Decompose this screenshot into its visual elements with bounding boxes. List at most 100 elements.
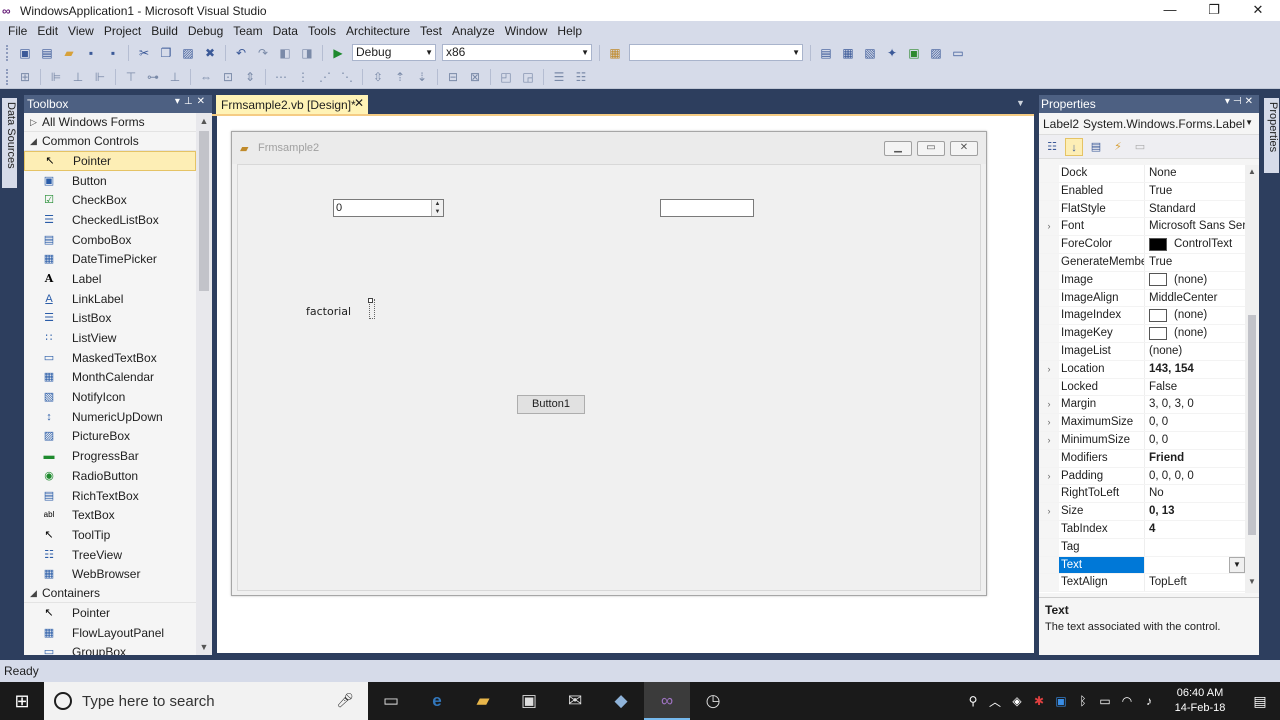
mail-icon[interactable]: ✉ [552, 682, 598, 720]
menu-test[interactable]: Test [415, 24, 447, 38]
property-value[interactable]: False [1145, 379, 1245, 396]
menu-team[interactable]: Team [228, 24, 267, 38]
window-position-icon[interactable]: ▾ [1225, 96, 1233, 107]
toolbox-group-common-controls[interactable]: ◢ Common Controls [24, 132, 196, 151]
menu-window[interactable]: Window [500, 24, 553, 38]
toolbox-item-picturebox[interactable]: ▨ PictureBox [24, 427, 196, 447]
property-value[interactable]: 3, 0, 3, 0 [1145, 396, 1245, 413]
property-row-textalign[interactable]: TextAlign TopLeft [1039, 574, 1245, 593]
wifi-icon[interactable]: ◠ [1116, 694, 1138, 708]
toolbox-group-containers[interactable]: ◢ Containers [24, 584, 196, 604]
property-value[interactable]: Friend [1145, 450, 1245, 467]
find-in-files-icon[interactable]: ▦ [607, 45, 623, 61]
make-same-height-icon[interactable]: ⇕ [242, 69, 258, 85]
toolbox-item-listbox[interactable]: ☰ ListBox [24, 309, 196, 329]
property-value[interactable]: None [1145, 165, 1245, 182]
properties-window-icon[interactable]: ▦ [840, 45, 856, 61]
vertical-spacing-icon[interactable]: ⇳ [370, 69, 386, 85]
scrollbar-thumb[interactable] [1248, 315, 1256, 535]
toolbox-item-progressbar[interactable]: ▬ ProgressBar [24, 446, 196, 466]
toolbox-item-richtextbox[interactable]: ▤ RichTextBox [24, 486, 196, 506]
property-row-imagelist[interactable]: ImageList (none) [1039, 342, 1245, 361]
property-row-flatstyle[interactable]: FlatStyle Standard [1039, 200, 1245, 219]
battery-icon[interactable]: ▭ [1094, 694, 1116, 708]
properties-side-tab[interactable]: Properties [1264, 98, 1279, 173]
align-rights-icon[interactable]: ⊩ [92, 69, 108, 85]
notification-center-icon[interactable]: ▤ [1240, 693, 1280, 710]
events-icon[interactable]: ⚡ [1109, 138, 1127, 156]
new-project-icon[interactable]: ▣ [17, 45, 33, 61]
object-browser-icon[interactable]: ▧ [862, 45, 878, 61]
toolbox-item-groupbox[interactable]: ▭ GroupBox [24, 643, 196, 655]
alphabetical-icon[interactable]: ↓ [1065, 137, 1083, 156]
toolbox-item-tooltip[interactable]: ↖ ToolTip [24, 525, 196, 545]
toolbox-item-checkbox[interactable]: ☑ CheckBox [24, 190, 196, 210]
send-to-back-icon[interactable]: ◲ [520, 69, 536, 85]
expand-icon[interactable]: › [1039, 218, 1059, 236]
scroll-down-icon[interactable]: ▼ [196, 639, 212, 655]
menu-edit[interactable]: Edit [32, 24, 63, 38]
center-horizontally-icon[interactable]: ⊟ [445, 69, 461, 85]
toolbox-item-flowlayoutpanel[interactable]: ▦ FlowLayoutPanel [24, 623, 196, 643]
menu-help[interactable]: Help [552, 24, 587, 38]
add-item-icon[interactable]: ▤ [39, 45, 55, 61]
open-file-icon[interactable]: ▰ [61, 45, 77, 61]
categorized-icon[interactable]: ☷ [1043, 138, 1061, 156]
microphone-icon[interactable]: 🎤︎ [336, 692, 354, 709]
class-view-icon[interactable]: ▨ [928, 45, 944, 61]
menu-data[interactable]: Data [268, 24, 303, 38]
label2-control-selected[interactable] [368, 298, 375, 319]
selection-handle[interactable] [368, 298, 373, 303]
property-value[interactable]: True [1145, 183, 1245, 200]
close-button[interactable]: ✕ [1236, 0, 1280, 21]
property-value[interactable]: Standard [1145, 201, 1245, 218]
toolbox-item-textbox[interactable]: abl TextBox [24, 505, 196, 525]
close-icon[interactable]: ✕ [1245, 96, 1256, 107]
toolbox-item-radiobutton[interactable]: ◉ RadioButton [24, 466, 196, 486]
make-same-width-icon[interactable]: ⇔ [198, 69, 214, 85]
toolbox-item-maskedtextbox[interactable]: ▭ MaskedTextBox [24, 348, 196, 368]
property-value[interactable]: ControlText [1145, 236, 1245, 253]
property-value[interactable] [1145, 539, 1245, 556]
toolbox-item-label[interactable]: A Label [24, 269, 196, 289]
menu-architecture[interactable]: Architecture [341, 24, 415, 38]
property-value[interactable]: True [1145, 254, 1245, 271]
people-icon[interactable]: ⚲ [962, 694, 984, 708]
property-row-padding[interactable]: › Padding 0, 0, 0, 0 [1039, 467, 1245, 486]
solution-explorer-icon[interactable]: ▤ [818, 45, 834, 61]
antivirus-icon[interactable]: ✱ [1028, 694, 1050, 708]
horizontal-spacing-icon[interactable]: ⋯ [273, 69, 289, 85]
menu-view[interactable]: View [63, 24, 99, 38]
align-centers-icon[interactable]: ⊥ [70, 69, 86, 85]
start-page-icon[interactable]: ▣ [906, 45, 922, 61]
window-position-icon[interactable]: ▾ [175, 96, 184, 107]
task-view-icon[interactable]: ▭ [368, 682, 414, 720]
menu-project[interactable]: Project [99, 24, 146, 38]
property-value[interactable]: (none) [1145, 307, 1245, 324]
button1-control[interactable]: Button1 [517, 395, 585, 414]
toolbox-item-listview[interactable]: ∷ ListView [24, 328, 196, 348]
solution-platform-combo[interactable]: x86 ▼ [442, 44, 592, 61]
save-all-icon[interactable]: ▪ [105, 45, 121, 61]
toolbox-item-numericupdown[interactable]: ↕ NumericUpDown [24, 407, 196, 427]
copy-icon[interactable]: ❐ [158, 45, 174, 61]
toolbox-item-combobox[interactable]: ▤ ComboBox [24, 230, 196, 250]
taskbar-search[interactable]: Type here to search 🎤︎ [44, 682, 368, 720]
property-value[interactable]: No [1145, 485, 1245, 502]
property-value[interactable]: 143, 154 [1145, 361, 1245, 378]
factorial-label[interactable]: factorial [306, 305, 351, 318]
toolbox-group-all-windows-forms[interactable]: ▷ All Windows Forms [24, 113, 196, 132]
expand-icon[interactable]: › [1039, 396, 1059, 414]
scroll-up-icon[interactable]: ▲ [196, 113, 212, 129]
property-row-text[interactable]: Text ▼ [1039, 556, 1245, 575]
volume-icon[interactable]: ♪ [1138, 694, 1160, 708]
document-list-dropdown-icon[interactable]: ▼ [1016, 98, 1025, 108]
property-row-imagekey[interactable]: ImageKey (none) [1039, 325, 1245, 343]
property-row-tag[interactable]: Tag [1039, 538, 1245, 557]
toolbox-item-notifyicon[interactable]: ▧ NotifyIcon [24, 387, 196, 407]
toolbox-icon[interactable]: ✦ [884, 45, 900, 61]
property-row-imageindex[interactable]: ImageIndex (none) [1039, 307, 1245, 326]
property-row-size[interactable]: › Size 0, 13 [1039, 503, 1245, 521]
cut-icon[interactable]: ✂ [136, 45, 152, 61]
toolbox-item-checkedlistbox[interactable]: ☰ CheckedListBox [24, 210, 196, 230]
